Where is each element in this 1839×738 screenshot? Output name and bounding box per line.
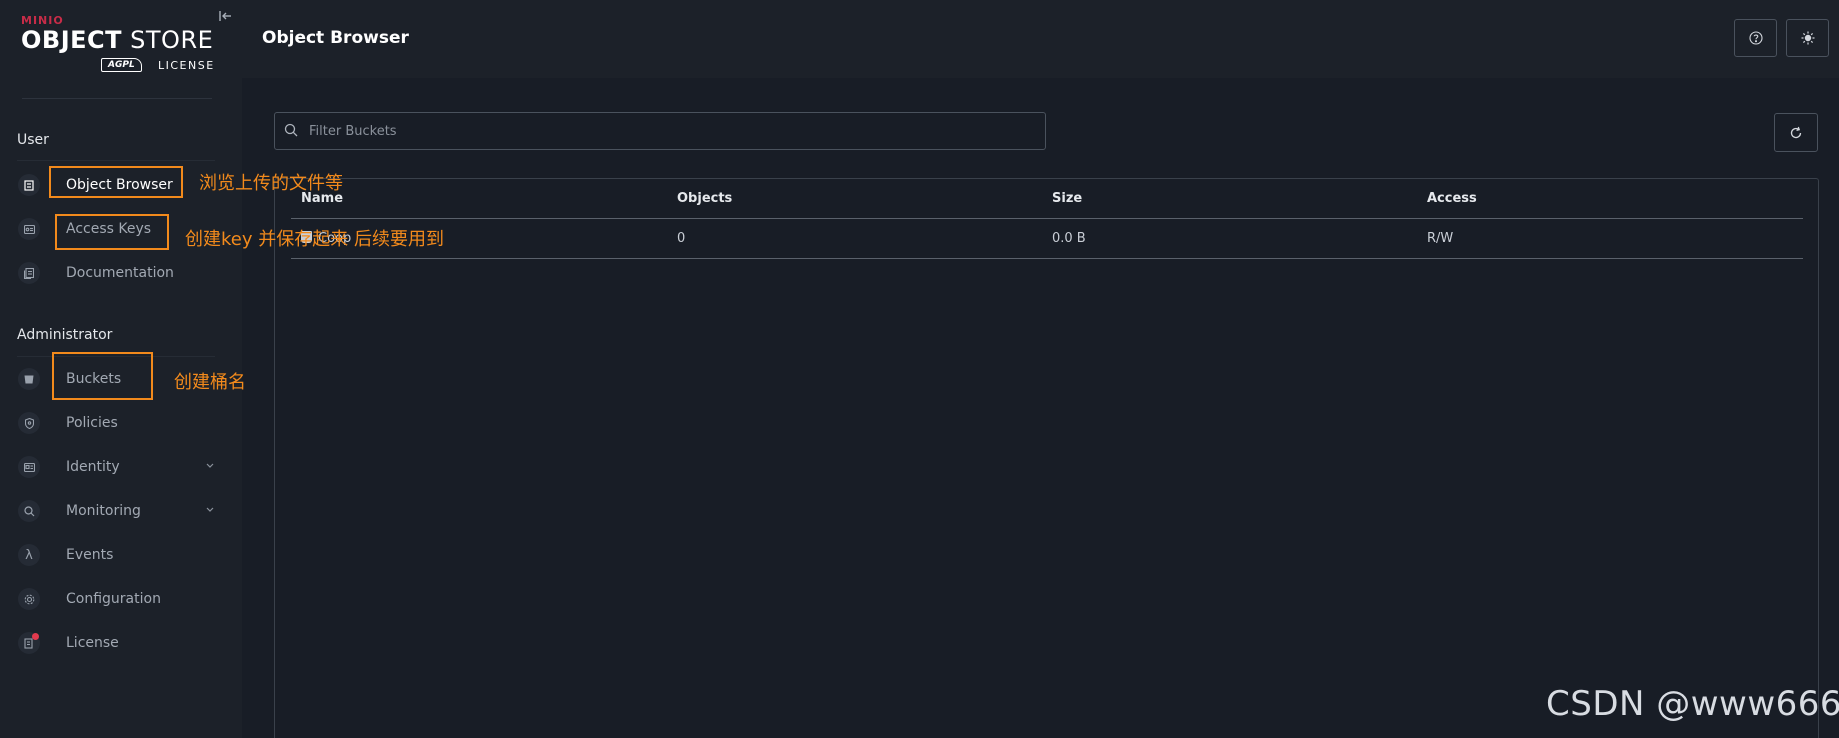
sidebar-item-monitoring[interactable]: Monitoring	[0, 494, 242, 528]
identity-icon	[18, 456, 40, 478]
annotation-text-access-keys: 创建key 并保存起来 后续要用到	[185, 229, 444, 250]
filter-buckets-field[interactable]	[274, 112, 1046, 150]
sidebar-item-label: License	[66, 635, 119, 651]
search-icon	[284, 123, 300, 139]
license-icon	[18, 632, 40, 654]
license-alert-badge	[32, 633, 39, 640]
page-title: Object Browser	[262, 28, 409, 48]
table-header: Name Objects Size Access	[291, 179, 1803, 219]
object-browser-icon	[18, 174, 40, 196]
sidebar-item-label: Configuration	[66, 591, 161, 607]
column-header-size[interactable]: Size	[1052, 191, 1082, 206]
collapse-left-icon[interactable]	[217, 9, 233, 25]
annotation-box-object-browser	[49, 166, 183, 198]
bucket-icon	[18, 368, 40, 390]
section-divider	[17, 160, 215, 161]
logo-store-text: STORE	[130, 26, 214, 54]
section-title-administrator: Administrator	[17, 327, 113, 343]
table-row[interactable]: Coop 0 0.0 B R/W	[291, 220, 1803, 259]
sidebar-item-documentation[interactable]: Documentation	[0, 256, 242, 290]
sun-icon	[1801, 31, 1814, 45]
access-keys-icon	[18, 218, 40, 240]
buckets-table: Name Objects Size Access Coop 0 0.0 B R/…	[274, 178, 1819, 738]
help-icon	[1748, 31, 1763, 45]
sidebar-divider	[22, 98, 212, 99]
column-header-access[interactable]: Access	[1427, 191, 1477, 206]
logo-product-name: OBJECT STORE	[21, 26, 213, 54]
lambda-icon: λ	[18, 544, 40, 566]
theme-toggle-button[interactable]	[1786, 19, 1829, 57]
documentation-icon	[18, 262, 40, 284]
refresh-icon	[1790, 126, 1802, 138]
logo-license-text: LICENSE	[158, 59, 215, 72]
sidebar-item-label: Policies	[66, 415, 118, 431]
sidebar-item-label: Identity	[66, 459, 120, 475]
minio-logo[interactable]: MINIO OBJECT STORE AGPL LICENSE	[21, 14, 216, 76]
bucket-objects-cell: 0	[677, 231, 686, 246]
chevron-down-icon[interactable]	[203, 504, 217, 518]
section-title-user: User	[17, 132, 49, 148]
bucket-size-cell: 0.0 B	[1052, 231, 1086, 246]
filter-buckets-input[interactable]	[309, 114, 1029, 148]
agpl-badge: AGPL	[101, 58, 142, 72]
help-button[interactable]	[1734, 19, 1777, 57]
sidebar-item-events[interactable]: λ Events	[0, 538, 242, 572]
chevron-down-icon[interactable]	[203, 460, 217, 474]
logo-object-text: OBJECT	[21, 26, 123, 54]
watermark: CSDN @www666_	[1546, 684, 1839, 724]
sidebar-item-license[interactable]: License	[0, 626, 242, 660]
policies-icon	[18, 412, 40, 434]
app-root: MINIO OBJECT STORE AGPL LICENSE User Obj…	[0, 0, 1839, 738]
sidebar-item-label: Monitoring	[66, 503, 141, 519]
sidebar-item-label: Events	[66, 547, 114, 563]
monitoring-icon	[18, 500, 40, 522]
page-header: Object Browser	[242, 0, 1839, 78]
refresh-button[interactable]	[1774, 113, 1818, 152]
gear-icon	[18, 588, 40, 610]
sidebar-item-policies[interactable]: Policies	[0, 406, 242, 440]
column-header-objects[interactable]: Objects	[677, 191, 732, 206]
annotation-text-object-browser: 浏览上传的文件等	[199, 173, 343, 194]
sidebar-item-identity[interactable]: Identity	[0, 450, 242, 484]
annotation-box-buckets	[52, 352, 153, 400]
sidebar-item-label: Documentation	[66, 265, 174, 281]
sidebar-item-configuration[interactable]: Configuration	[0, 582, 242, 616]
bucket-access-cell: R/W	[1427, 231, 1454, 246]
annotation-box-access-keys	[55, 214, 169, 250]
annotation-text-buckets: 创建桶名	[174, 372, 246, 393]
